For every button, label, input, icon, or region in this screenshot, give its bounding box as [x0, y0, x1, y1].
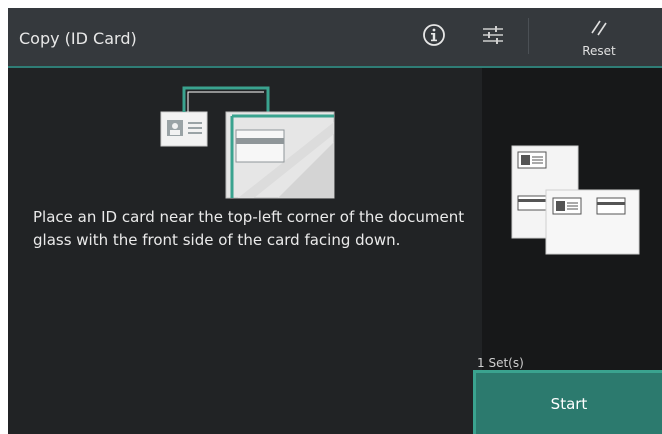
id-card-placement-illustration — [158, 82, 338, 204]
sets-count: 1 Set(s) — [477, 356, 524, 370]
reset-slash-icon — [589, 18, 609, 42]
output-preview-illustration — [509, 140, 644, 274]
reset-button[interactable]: Reset — [565, 14, 633, 62]
info-icon — [422, 23, 446, 51]
instruction-text: Place an ID card near the top-left corne… — [33, 208, 465, 249]
header-divider — [528, 18, 529, 54]
start-button[interactable]: Start — [473, 370, 662, 434]
main-panel: Place an ID card near the top-left corne… — [8, 68, 482, 434]
sliders-icon — [481, 23, 505, 51]
reset-label: Reset — [582, 44, 616, 58]
settings-button[interactable] — [474, 18, 512, 56]
page-title: Copy (ID Card) — [19, 29, 137, 48]
start-label: Start — [550, 394, 588, 413]
info-button[interactable] — [415, 18, 453, 56]
copy-id-card-screen: Copy (ID Card) Reset Place an ID card ne… — [8, 8, 662, 434]
header-bar: Copy (ID Card) Reset — [8, 8, 662, 68]
